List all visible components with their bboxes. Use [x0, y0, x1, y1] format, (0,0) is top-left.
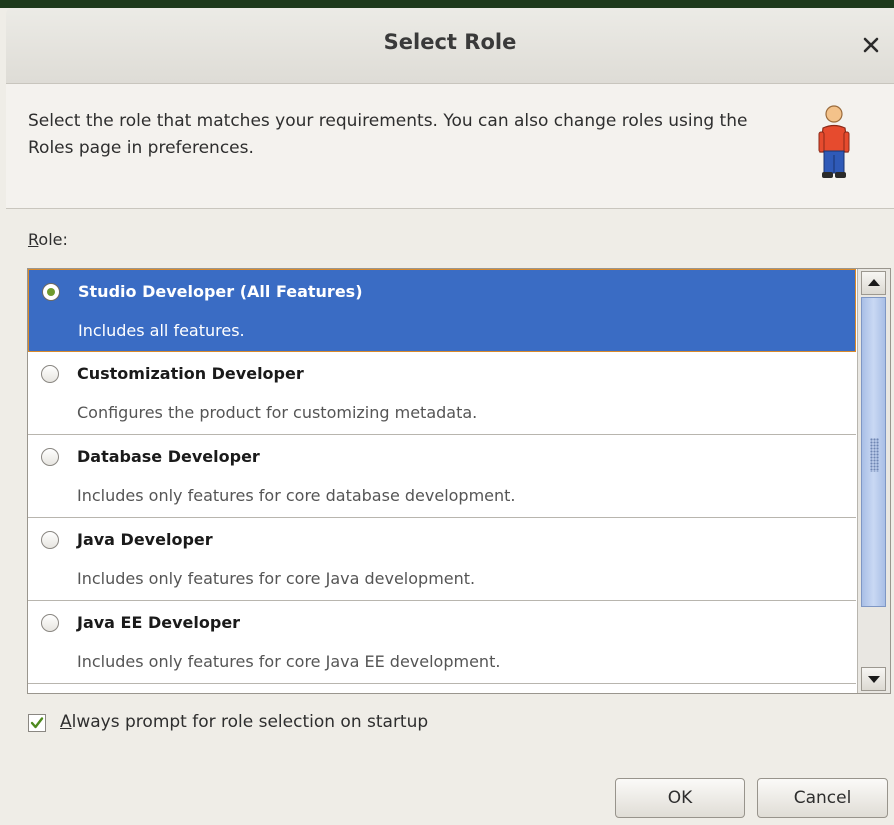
role-title: Java Developer [77, 530, 213, 549]
person-icon [818, 104, 850, 180]
role-description: Includes only features for core Java dev… [77, 569, 476, 588]
ok-button[interactable]: OK [615, 778, 745, 818]
window-top-edge [0, 0, 894, 8]
description-banner: Select the role that matches your requir… [6, 84, 894, 209]
scroll-up-arrow-icon[interactable] [861, 271, 886, 295]
role-description: Includes all features. [78, 321, 245, 340]
dialog-title: Select Role [383, 30, 517, 54]
role-list-scrollbar[interactable] [857, 269, 890, 693]
radio-java-ee-developer[interactable] [41, 614, 59, 632]
radio-studio-developer[interactable] [42, 283, 60, 301]
scroll-down-arrow-icon[interactable] [861, 667, 886, 691]
cancel-button[interactable]: Cancel [757, 778, 888, 818]
role-item-customization-developer[interactable]: Customization Developer Configures the p… [28, 352, 856, 435]
dialog-titlebar[interactable]: Select Role [6, 8, 894, 84]
role-item-java-developer[interactable]: Java Developer Includes only features fo… [28, 518, 856, 601]
close-icon[interactable] [860, 34, 882, 56]
role-description: Includes only features for core Java EE … [77, 652, 501, 671]
role-list-label: Role: [28, 230, 68, 249]
always-prompt-checkbox[interactable] [28, 714, 46, 732]
role-title: Database Developer [77, 447, 260, 466]
role-title: Customization Developer [77, 364, 304, 383]
role-list: Studio Developer (All Features) Includes… [27, 268, 891, 694]
radio-customization-developer[interactable] [41, 365, 59, 383]
role-item-database-developer[interactable]: Database Developer Includes only feature… [28, 435, 856, 518]
radio-java-developer[interactable] [41, 531, 59, 549]
always-prompt-label: Always prompt for role selection on star… [60, 712, 429, 732]
role-title: Java EE Developer [77, 613, 241, 632]
role-item-studio-developer[interactable]: Studio Developer (All Features) Includes… [28, 269, 856, 352]
dialog-description: Select the role that matches your requir… [28, 111, 748, 158]
radio-database-developer[interactable] [41, 448, 59, 466]
role-item-java-ee-developer[interactable]: Java EE Developer Includes only features… [28, 601, 856, 684]
role-title: Studio Developer (All Features) [78, 282, 363, 301]
select-role-dialog: Select Role Select the role that matches… [6, 8, 894, 825]
role-description: Includes only features for core database… [77, 486, 516, 505]
scrollbar-grip-icon [870, 438, 879, 472]
scrollbar-thumb[interactable] [861, 297, 886, 607]
role-description: Configures the product for customizing m… [77, 403, 478, 422]
check-icon [30, 717, 44, 729]
role-list-items: Studio Developer (All Features) Includes… [28, 269, 856, 693]
